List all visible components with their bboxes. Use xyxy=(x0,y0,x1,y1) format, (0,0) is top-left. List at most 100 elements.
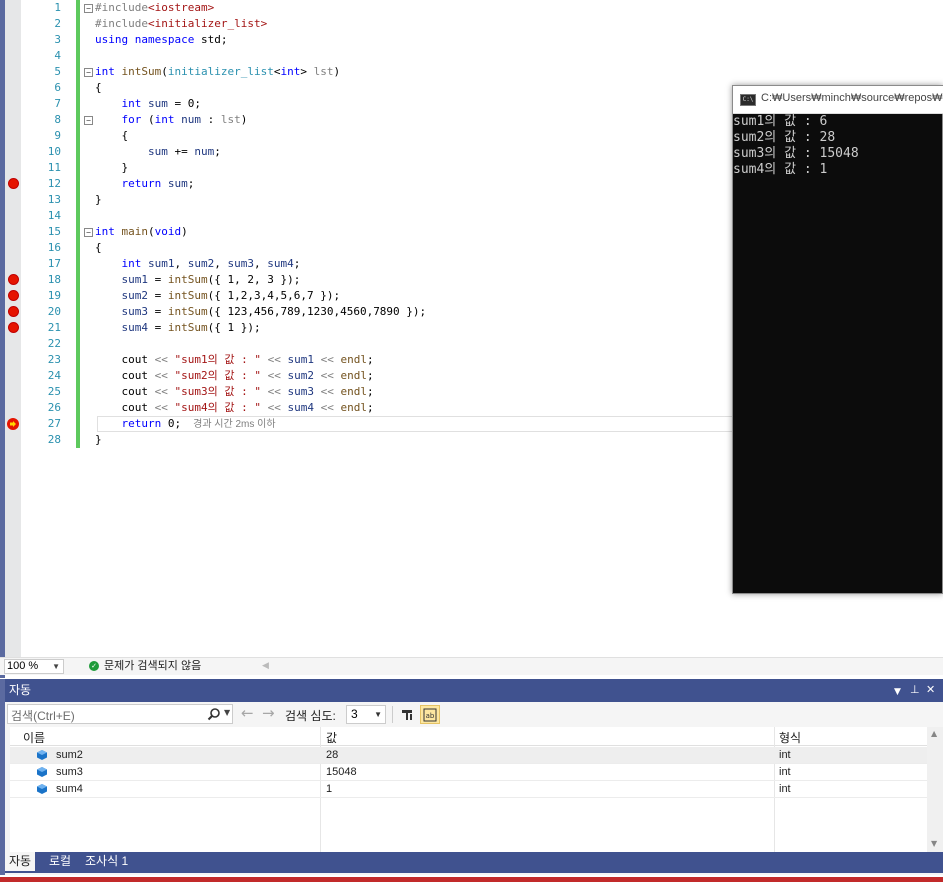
line-number: 11 xyxy=(47,161,61,174)
variable-type: int xyxy=(779,783,791,795)
collapse-icon[interactable]: − xyxy=(84,4,93,13)
tab-autos[interactable]: 자동 xyxy=(5,852,36,871)
pin-icon[interactable]: ⊥ xyxy=(910,683,920,697)
filter-pin-icon[interactable] xyxy=(397,705,417,724)
column-type-header[interactable]: 형식 xyxy=(779,729,801,746)
code-text[interactable]: #include<iostream> xyxy=(95,0,214,16)
console-title-bar[interactable]: C:\ C:₩Users₩minch₩source₩repos₩ xyxy=(733,86,943,114)
code-text[interactable]: } xyxy=(95,432,102,448)
breakpoint-icon[interactable] xyxy=(8,274,19,285)
code-text[interactable]: #include<initializer_list> xyxy=(95,16,267,32)
code-token: = 0; xyxy=(167,97,201,110)
scroll-up-icon[interactable]: ▲ xyxy=(931,729,937,738)
code-text[interactable]: } xyxy=(95,192,102,208)
variable-name: sum2 xyxy=(56,749,83,761)
code-token: "sum3의 값 : " xyxy=(174,385,261,398)
code-text[interactable]: sum4 = intSum({ 1 }); xyxy=(95,320,261,336)
code-text[interactable]: cout << "sum2의 값 : " << sum2 << endl; xyxy=(95,368,373,384)
code-text[interactable]: return 0; 경과 시간 2ms 이하 xyxy=(95,416,276,433)
search-input[interactable]: 검색(Ctrl+E) ▼ xyxy=(7,704,233,724)
hex-display-icon[interactable]: ab xyxy=(420,705,440,724)
variable-row[interactable]: sum3 15048 int xyxy=(10,764,927,781)
back-arrow-icon[interactable]: ← xyxy=(241,705,254,721)
line-number: 19 xyxy=(47,289,61,302)
code-token: = xyxy=(148,289,168,302)
breakpoint-icon[interactable] xyxy=(8,178,19,189)
code-text[interactable]: cout << "sum3의 값 : " << sum3 << endl; xyxy=(95,384,373,400)
editor-status-strip: 100 % ▼ ✓ 문제가 검색되지 않음 ◀ xyxy=(0,657,943,675)
close-icon[interactable]: ✕ xyxy=(926,683,935,697)
line-number: 24 xyxy=(47,369,61,382)
execution-pointer-icon[interactable] xyxy=(7,418,19,430)
chevron-down-icon[interactable]: ▼ xyxy=(224,708,230,717)
collapse-icon[interactable]: − xyxy=(84,116,93,125)
code-line[interactable]: 3 using namespace std; xyxy=(5,32,943,48)
code-text[interactable]: { xyxy=(95,240,102,256)
code-text[interactable]: for (int num : lst) xyxy=(95,112,248,128)
code-text[interactable]: sum3 = intSum({ 123,456,789,1230,4560,78… xyxy=(95,304,427,320)
code-text[interactable]: sum2 = intSum({ 1,2,3,4,5,6,7 }); xyxy=(95,288,341,304)
chevron-down-icon[interactable]: ▼ xyxy=(894,685,901,699)
code-token: std; xyxy=(194,33,228,46)
breakpoint-icon[interactable] xyxy=(8,322,19,333)
search-icon[interactable] xyxy=(207,707,221,721)
code-text[interactable]: } xyxy=(95,160,128,176)
line-number: 12 xyxy=(47,177,61,190)
forward-arrow-icon[interactable]: → xyxy=(262,705,275,721)
code-token: int xyxy=(280,65,301,78)
variable-row[interactable]: sum4 1 int xyxy=(10,781,927,798)
variable-name: sum4 xyxy=(56,783,83,795)
perf-tip[interactable]: 경과 시간 2ms 이하 xyxy=(193,419,275,430)
zoom-select[interactable]: 100 % ▼ xyxy=(4,659,64,674)
variable-type: int xyxy=(779,766,791,778)
variable-row[interactable]: sum2 28 int xyxy=(10,747,927,764)
code-text[interactable]: int main(void) xyxy=(95,224,188,240)
code-line[interactable]: 4 xyxy=(5,48,943,64)
code-text[interactable]: cout << "sum4의 값 : " << sum4 << endl; xyxy=(95,400,373,416)
tab-watch-1[interactable]: 조사식 1 xyxy=(81,852,132,871)
scroll-down-icon[interactable]: ▼ xyxy=(931,839,937,848)
code-line[interactable]: 5 − int intSum(initializer_list<int> lst) xyxy=(5,64,943,80)
chevron-down-icon: ▼ xyxy=(52,662,60,671)
line-number: 26 xyxy=(47,401,61,414)
code-line[interactable]: 2 #include<initializer_list> xyxy=(5,16,943,32)
code-token: { xyxy=(95,81,102,94)
variable-value[interactable]: 15048 xyxy=(326,765,357,780)
code-text[interactable]: int sum1, sum2, sum3, sum4; xyxy=(95,256,301,272)
code-text[interactable]: int sum = 0; xyxy=(95,96,202,112)
column-value-header[interactable]: 값 xyxy=(326,729,337,746)
scroll-left-icon[interactable]: ◀ xyxy=(262,661,269,671)
breakpoint-icon[interactable] xyxy=(8,306,19,317)
code-text[interactable]: return sum; xyxy=(95,176,195,192)
line-number: 10 xyxy=(47,145,61,158)
breakpoint-icon[interactable] xyxy=(8,290,19,301)
code-line[interactable]: 1 − #include<iostream> xyxy=(5,0,943,16)
code-text[interactable]: using namespace std; xyxy=(95,32,227,48)
code-token: = xyxy=(148,273,168,286)
code-token: sum4 xyxy=(121,321,149,334)
code-text[interactable]: int intSum(initializer_list<int> lst) xyxy=(95,64,340,80)
code-token: namespace xyxy=(134,33,195,46)
line-number: 15 xyxy=(47,225,61,238)
search-depth-select[interactable]: 3 ▼ xyxy=(346,705,386,724)
code-text[interactable]: { xyxy=(95,80,102,96)
console-window[interactable]: C:\ C:₩Users₩minch₩source₩repos₩ sum1의 값… xyxy=(732,85,943,594)
tab-locals[interactable]: 로컬 xyxy=(45,852,75,871)
code-text[interactable]: cout << "sum1의 값 : " << sum1 << endl; xyxy=(95,352,373,368)
issues-status[interactable]: 문제가 검색되지 않음 xyxy=(104,659,201,674)
column-name-header[interactable]: 이름 xyxy=(23,729,45,746)
collapse-icon[interactable]: − xyxy=(84,68,93,77)
code-token: sum3 xyxy=(121,305,149,318)
code-token: } xyxy=(95,161,129,174)
code-text[interactable]: sum += num; xyxy=(95,144,221,160)
variable-value[interactable]: 28 xyxy=(326,748,338,763)
code-text[interactable]: { xyxy=(95,128,128,144)
code-text[interactable]: sum1 = intSum({ 1, 2, 3 }); xyxy=(95,272,301,288)
variable-value[interactable]: 1 xyxy=(326,782,332,797)
grid-scrollbar[interactable]: ▲ ▼ xyxy=(927,727,943,852)
line-number: 5 xyxy=(54,65,61,78)
collapse-icon[interactable]: − xyxy=(84,228,93,237)
